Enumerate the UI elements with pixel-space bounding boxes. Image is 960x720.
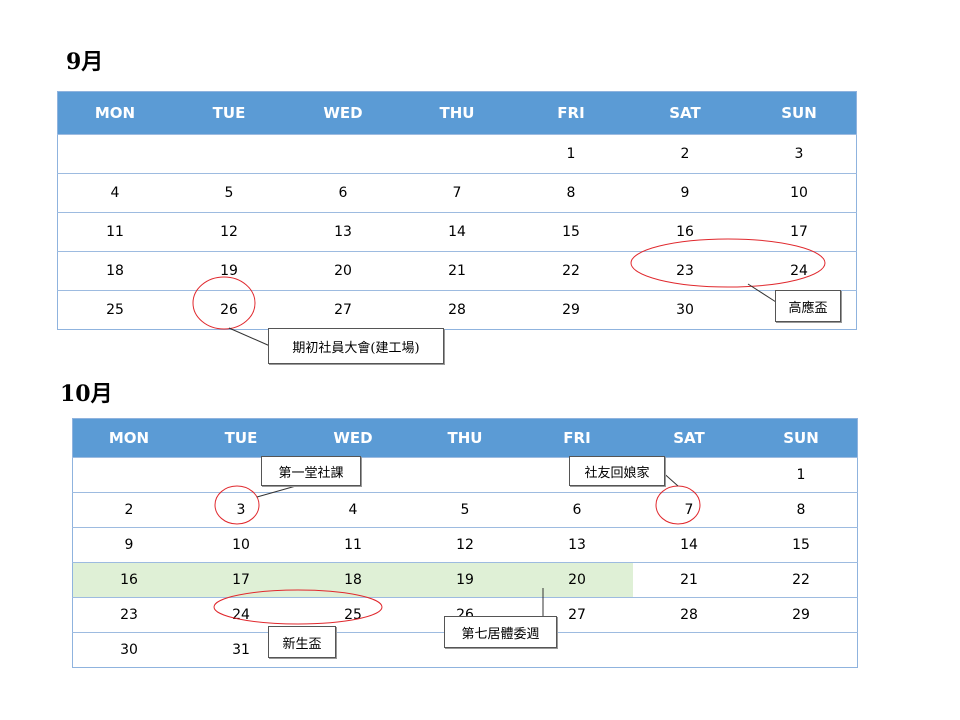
weekday-header-row: MON TUE WED THU FRI SAT SUN: [57, 91, 857, 135]
day-cell: 28: [633, 597, 745, 633]
weekday-thu: THU: [400, 91, 514, 135]
day-cell: 7: [400, 173, 514, 213]
day-cell: 29: [514, 290, 628, 330]
day-cell: 4: [57, 173, 172, 213]
callout-gaoying-cup: 高應盃: [775, 290, 841, 322]
day-cell: [172, 134, 286, 174]
day-cell: [409, 457, 521, 493]
day-cell: 9: [628, 173, 742, 213]
day-cell: [400, 134, 514, 174]
day-cell: 30: [628, 290, 742, 330]
day-cell: 2: [72, 492, 185, 528]
day-cell: 3: [742, 134, 857, 174]
day-cell: 29: [745, 597, 858, 633]
day-cell: 24: [742, 251, 857, 291]
day-cell: 26: [172, 290, 286, 330]
day-cell: 14: [633, 527, 745, 563]
day-cell: 30: [72, 632, 185, 668]
day-cell: 12: [409, 527, 521, 563]
weekday-header-row: MON TUE WED THU FRI SAT SUN: [72, 418, 858, 458]
day-cell: 16: [628, 212, 742, 252]
callout-alumni-return: 社友回娘家: [569, 456, 665, 486]
day-cell: 10: [742, 173, 857, 213]
week-row: 9 10 11 12 13 14 15: [72, 527, 858, 563]
week-row: 16 17 18 19 20 21 22: [72, 562, 858, 598]
day-cell: 15: [514, 212, 628, 252]
week-row: 18 19 20 21 22 23 24: [57, 251, 857, 291]
day-cell: 6: [521, 492, 633, 528]
day-cell: 28: [400, 290, 514, 330]
day-cell: 5: [172, 173, 286, 213]
callout-sports-week: 第七居體委週: [444, 616, 557, 648]
callout-recruit-meeting: 期初社員大會(建工場): [268, 328, 444, 364]
day-cell-highlighted: 20: [521, 562, 633, 598]
weekday-tue: TUE: [172, 91, 286, 135]
day-cell: 4: [297, 492, 409, 528]
day-cell: 10: [185, 527, 297, 563]
weekday-fri: FRI: [514, 91, 628, 135]
weekday-sun: SUN: [745, 418, 858, 458]
week-row: 25 26 27 28 29 30: [57, 290, 857, 330]
october-title: 10月: [60, 381, 113, 407]
weekday-mon: MON: [72, 418, 185, 458]
day-cell: 11: [297, 527, 409, 563]
day-cell: 5: [409, 492, 521, 528]
day-cell: [286, 134, 400, 174]
weekday-wed: WED: [286, 91, 400, 135]
day-cell: 27: [286, 290, 400, 330]
leader-line: [228, 327, 271, 347]
september-title: 9月: [66, 49, 104, 75]
day-cell: 25: [57, 290, 172, 330]
september-calendar: MON TUE WED THU FRI SAT SUN 1 2 3 4 5 6 …: [57, 91, 857, 330]
callout-first-class: 第一堂社課: [261, 456, 361, 486]
day-cell: 12: [172, 212, 286, 252]
day-cell: 22: [514, 251, 628, 291]
day-cell: [633, 632, 745, 668]
day-cell: 19: [172, 251, 286, 291]
day-cell: 14: [400, 212, 514, 252]
day-cell-highlighted: 17: [185, 562, 297, 598]
day-cell-highlighted: 18: [297, 562, 409, 598]
day-cell: [57, 134, 172, 174]
day-cell: 13: [521, 527, 633, 563]
day-cell: 6: [286, 173, 400, 213]
callout-freshman-cup: 新生盃: [268, 626, 336, 658]
day-cell: 18: [57, 251, 172, 291]
day-cell: 2: [628, 134, 742, 174]
day-cell: 9: [72, 527, 185, 563]
day-cell: 13: [286, 212, 400, 252]
day-cell: 8: [745, 492, 858, 528]
weekday-wed: WED: [297, 418, 409, 458]
weekday-mon: MON: [57, 91, 172, 135]
day-cell: 7: [633, 492, 745, 528]
week-row: 1: [72, 457, 858, 493]
weekday-fri: FRI: [521, 418, 633, 458]
day-cell: 21: [400, 251, 514, 291]
week-row: 1 2 3: [57, 134, 857, 174]
day-cell: 11: [57, 212, 172, 252]
day-cell: 1: [745, 457, 858, 493]
day-cell-highlighted: 16: [72, 562, 185, 598]
day-cell: 22: [745, 562, 858, 598]
weekday-tue: TUE: [185, 418, 297, 458]
week-row: 4 5 6 7 8 9 10: [57, 173, 857, 213]
day-cell-highlighted: 19: [409, 562, 521, 598]
week-row: 2 3 4 5 6 7 8: [72, 492, 858, 528]
day-cell: 1: [514, 134, 628, 174]
weekday-sat: SAT: [633, 418, 745, 458]
weekday-sat: SAT: [628, 91, 742, 135]
weekday-sun: SUN: [742, 91, 857, 135]
week-row: 11 12 13 14 15 16 17: [57, 212, 857, 252]
day-cell: 17: [742, 212, 857, 252]
day-cell: 15: [745, 527, 858, 563]
day-cell: 21: [633, 562, 745, 598]
day-cell: 8: [514, 173, 628, 213]
weekday-thu: THU: [409, 418, 521, 458]
day-cell: 3: [185, 492, 297, 528]
day-cell: 23: [628, 251, 742, 291]
day-cell: 23: [72, 597, 185, 633]
day-cell: 20: [286, 251, 400, 291]
day-cell: [72, 457, 185, 493]
day-cell: [745, 632, 858, 668]
